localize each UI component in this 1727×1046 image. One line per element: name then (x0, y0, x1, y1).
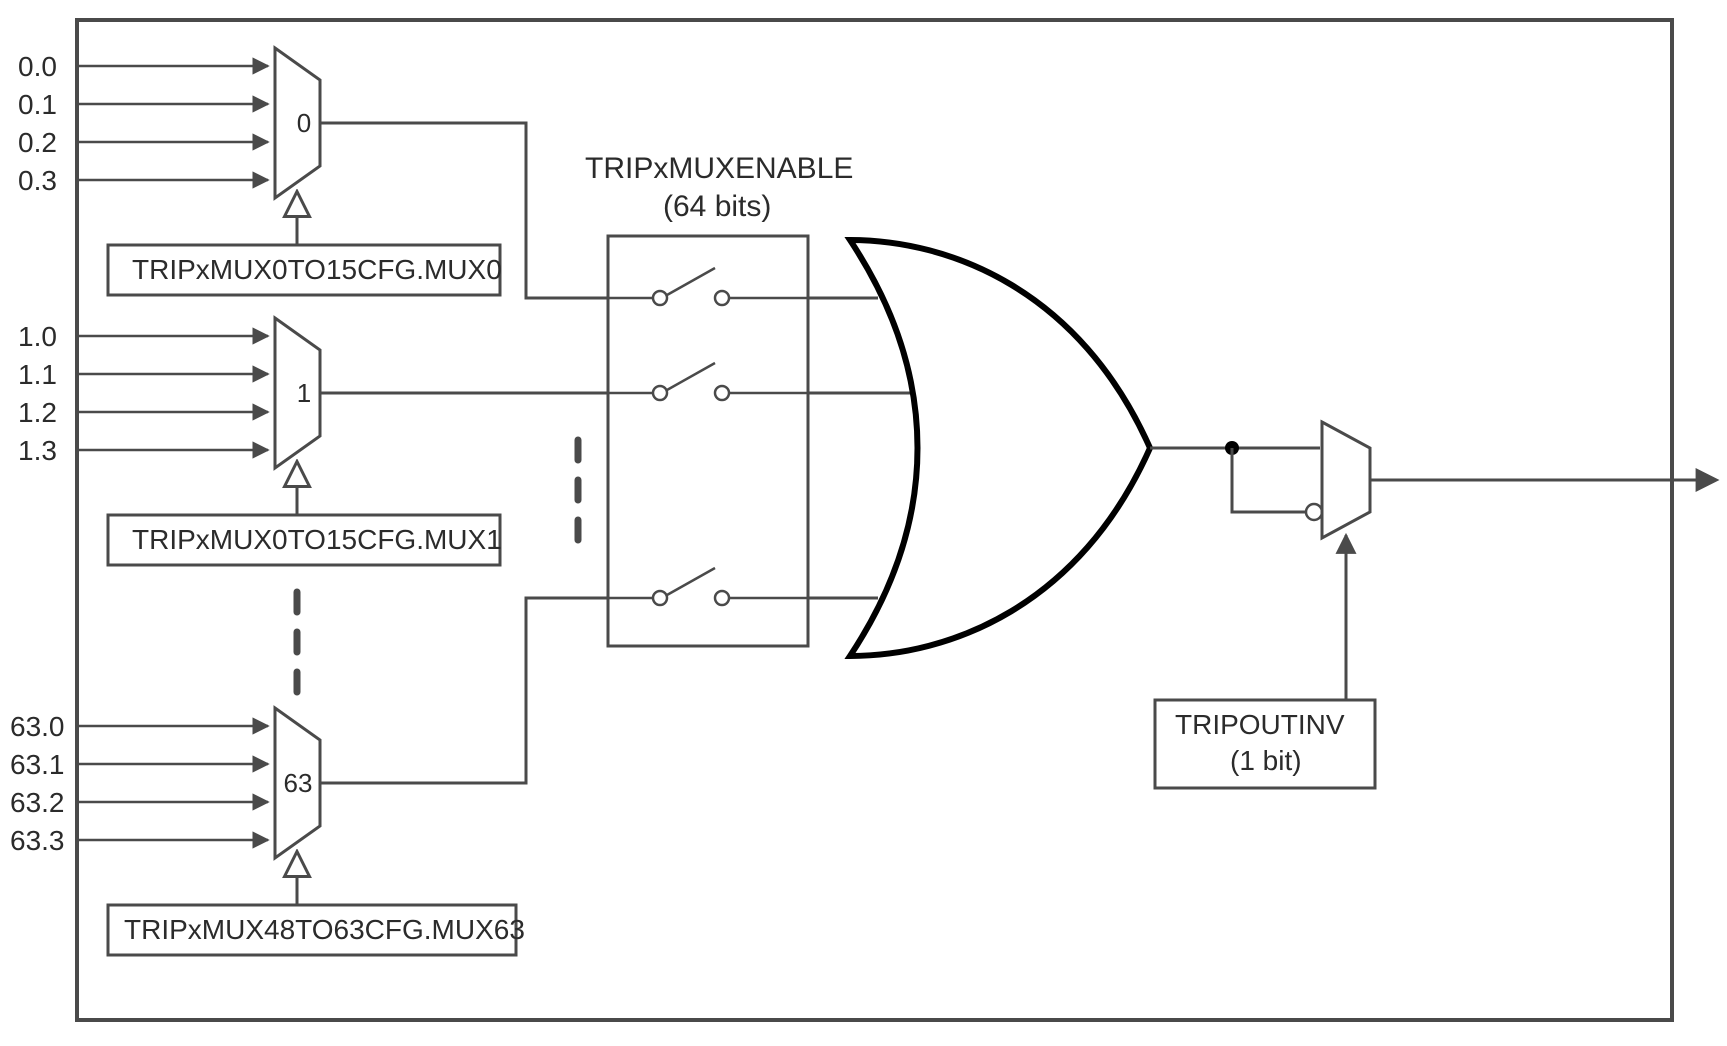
mux0-in3: 0.3 (18, 165, 57, 196)
mux63-in2: 63.2 (10, 787, 65, 818)
mux1-in1: 1.1 (18, 359, 57, 390)
mux0-in2: 0.2 (18, 127, 57, 158)
mux63-cfg-label: TRIPxMUX48TO63CFG.MUX63 (124, 914, 525, 945)
mux1-in3: 1.3 (18, 435, 57, 466)
mux63-in1: 63.1 (10, 749, 65, 780)
mux63-in0: 63.0 (10, 711, 65, 742)
enable-title: TRIPxMUXENABLE (585, 152, 853, 185)
invert-bubble-icon (1306, 504, 1322, 520)
mux1-cfg-label: TRIPxMUX0TO15CFG.MUX1 (132, 524, 502, 555)
mux63-num: 63 (284, 768, 313, 798)
outinv-bits: (1 bit) (1230, 745, 1302, 776)
mux1-num: 1 (297, 378, 311, 408)
outinv-title: TRIPOUTINV (1175, 709, 1345, 740)
mux0-num: 0 (297, 108, 311, 138)
mux1-in2: 1.2 (18, 397, 57, 428)
mux0-in0: 0.0 (18, 51, 57, 82)
mux63-in3: 63.3 (10, 825, 65, 856)
mux0-in1: 0.1 (18, 89, 57, 120)
enable-bits: (64 bits) (663, 190, 771, 223)
mux1-in0: 1.0 (18, 321, 57, 352)
mux0-cfg-label: TRIPxMUX0TO15CFG.MUX0 (132, 254, 502, 285)
